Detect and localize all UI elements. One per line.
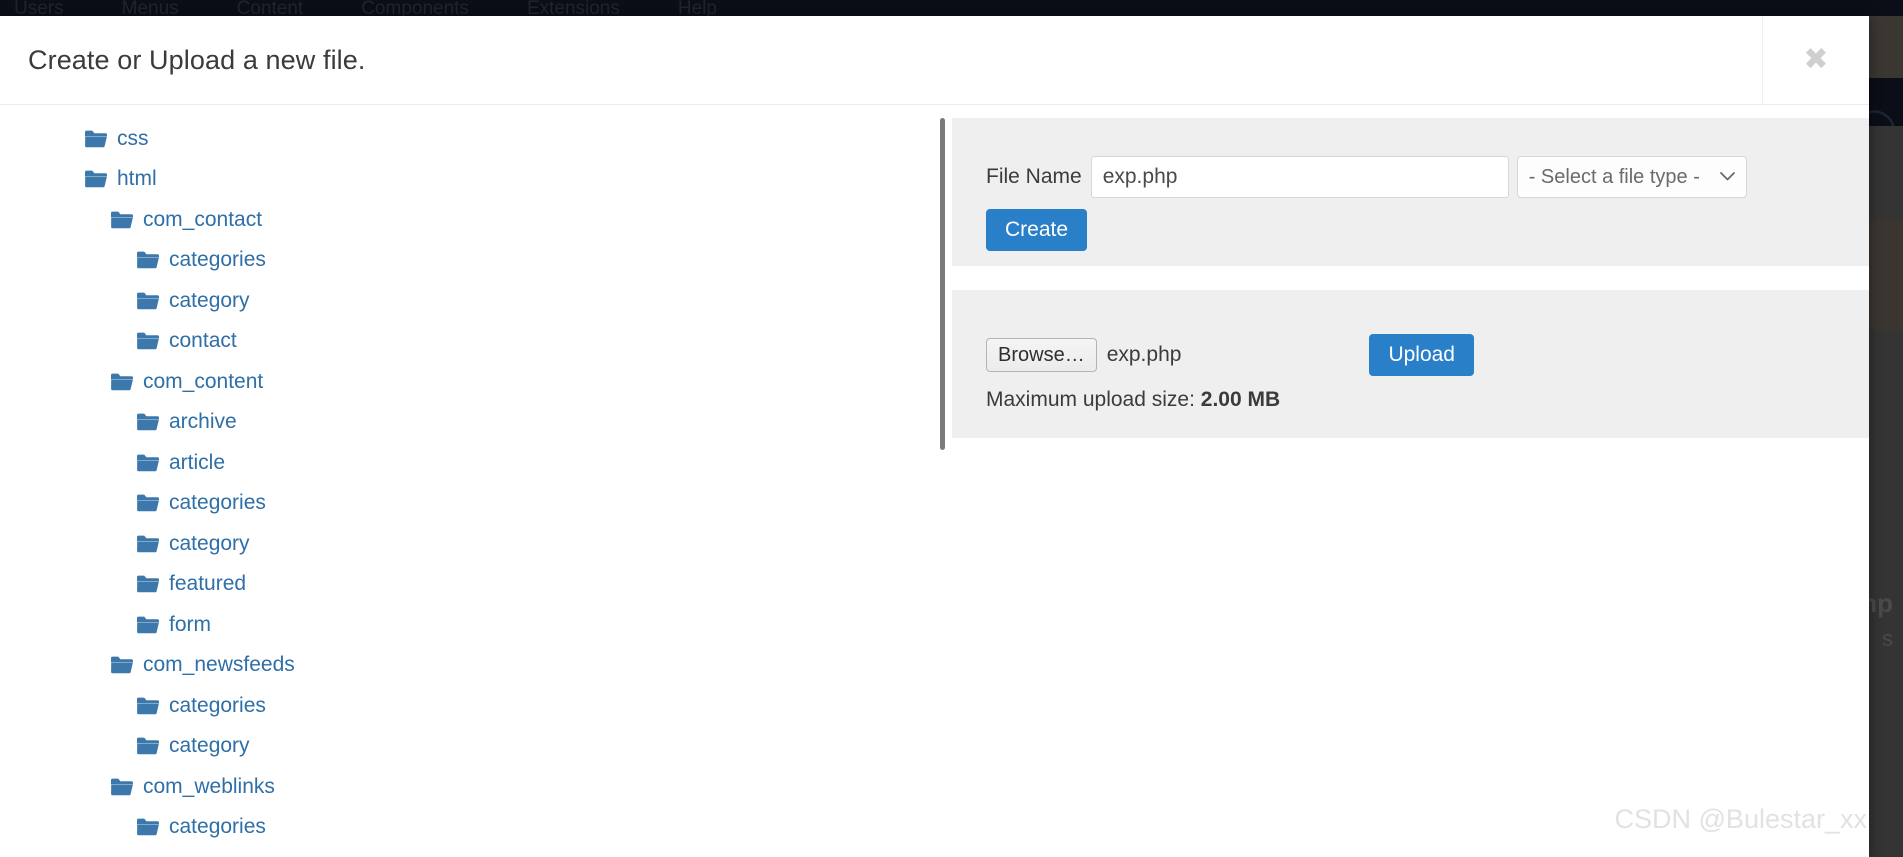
file-type-select[interactable]: - Select a file type - xyxy=(1516,156,1747,198)
menu-item-content[interactable]: Content xyxy=(237,0,304,16)
tree-item-label: form xyxy=(169,612,211,636)
file-name-input[interactable] xyxy=(1090,156,1509,198)
folder-icon xyxy=(136,493,160,512)
menu-item-components[interactable]: Components xyxy=(361,0,469,16)
max-upload-size-value: 2.00 MB xyxy=(1200,388,1281,411)
folder-icon xyxy=(136,453,160,472)
tree-item-label: article xyxy=(169,450,226,474)
browse-button[interactable]: Browse… xyxy=(986,338,1097,372)
folder-icon xyxy=(136,615,160,634)
tree-item-label: contact xyxy=(169,329,237,353)
tree-item[interactable]: categories xyxy=(0,685,940,726)
tree-item[interactable]: category xyxy=(0,280,940,321)
folder-icon xyxy=(136,817,160,836)
tree-item[interactable]: com_content xyxy=(0,361,940,402)
tree-item[interactable]: archive xyxy=(0,402,940,443)
tree-item-label: com_weblinks xyxy=(143,774,275,798)
upload-file-panel: Browse… exp.php Upload Maximum upload si… xyxy=(952,290,1869,438)
tree-item-label: category xyxy=(169,734,250,758)
admin-menubar-items: Users Menus Content Components Extension… xyxy=(0,0,1903,16)
tree-item-label: html xyxy=(117,167,157,191)
close-icon[interactable]: ✖ xyxy=(1762,16,1869,104)
folder-icon xyxy=(136,412,160,431)
tree-item[interactable]: category xyxy=(0,726,940,767)
tree-item-label: categories xyxy=(169,248,266,272)
folder-icon xyxy=(136,331,160,350)
tree-item-label: com_newsfeeds xyxy=(143,653,295,677)
folder-icon xyxy=(136,574,160,593)
tree-item-label: css xyxy=(117,126,149,150)
upload-button[interactable]: Upload xyxy=(1369,334,1474,376)
folder-icon xyxy=(84,129,108,148)
tree-item[interactable]: categories xyxy=(0,807,940,848)
menu-item-menus[interactable]: Menus xyxy=(122,0,179,16)
modal-header: Create or Upload a new file. ✖ xyxy=(0,16,1869,105)
menu-item-help[interactable]: Help xyxy=(678,0,717,16)
file-tree[interactable]: css html com_contact categories category cont… xyxy=(0,105,940,857)
folder-icon xyxy=(136,534,160,553)
tree-item-label: category xyxy=(169,531,250,555)
file-name-row: File Name - Select a file type - xyxy=(986,156,1869,198)
right-pane: File Name - Select a file type - xyxy=(940,105,1869,857)
folder-icon xyxy=(136,736,160,755)
file-type-select-wrap: - Select a file type - xyxy=(1516,156,1747,198)
modal-body: css html com_contact categories category cont… xyxy=(0,105,1869,857)
folder-icon xyxy=(84,169,108,188)
panel-gap xyxy=(952,266,1869,290)
create-file-panel: File Name - Select a file type - xyxy=(952,118,1869,266)
tree-item[interactable]: categories xyxy=(0,483,940,524)
tree-item[interactable]: category xyxy=(0,523,940,564)
tree-item[interactable]: article xyxy=(0,442,940,483)
menu-item-users[interactable]: Users xyxy=(14,0,64,16)
tree-item-label: featured xyxy=(169,572,247,596)
tree-item-label: categories xyxy=(169,491,266,515)
folder-icon xyxy=(110,655,134,674)
tree-item[interactable]: html xyxy=(0,159,940,200)
folder-icon xyxy=(110,210,134,229)
tree-item-label: category xyxy=(169,288,250,312)
tree-item[interactable]: css xyxy=(0,118,940,159)
tree-item-label: categories xyxy=(169,815,266,839)
folder-icon xyxy=(136,291,160,310)
tree-item-label: com_content xyxy=(143,369,264,393)
tree-item[interactable]: com_newsfeeds xyxy=(0,645,940,686)
create-upload-modal: Create or Upload a new file. ✖ css html co… xyxy=(0,16,1869,857)
tree-item[interactable]: com_contact xyxy=(0,199,940,240)
file-name-label: File Name xyxy=(986,165,1082,188)
selected-file-name: exp.php xyxy=(1106,343,1182,366)
tree-item[interactable]: featured xyxy=(0,564,940,605)
upload-row: Browse… exp.php Upload xyxy=(986,334,1869,376)
menu-item-extensions[interactable]: Extensions xyxy=(527,0,620,16)
tree-item-label: com_contact xyxy=(143,207,263,231)
tree-item[interactable]: contact xyxy=(0,321,940,362)
create-button[interactable]: Create xyxy=(986,209,1088,251)
folder-icon xyxy=(136,250,160,269)
tree-item[interactable]: form xyxy=(0,604,940,645)
folder-icon xyxy=(110,372,134,391)
tree-item[interactable]: categories xyxy=(0,240,940,281)
form-panels: File Name - Select a file type - xyxy=(945,118,1869,857)
max-upload-size-label: Maximum upload size: xyxy=(986,388,1195,411)
tree-item-label: archive xyxy=(169,410,237,434)
page-title: Create or Upload a new file. xyxy=(28,44,366,75)
folder-icon xyxy=(110,777,134,796)
folder-icon xyxy=(136,696,160,715)
max-upload-size: Maximum upload size: 2.00 MB xyxy=(986,388,1869,412)
admin-menubar: Users Menus Content Components Extension… xyxy=(0,0,1903,16)
tree-item[interactable]: com_weblinks xyxy=(0,766,940,807)
backdrop-text-fragment-two: s xyxy=(1882,626,1893,651)
tree-item-label: categories xyxy=(169,693,266,717)
